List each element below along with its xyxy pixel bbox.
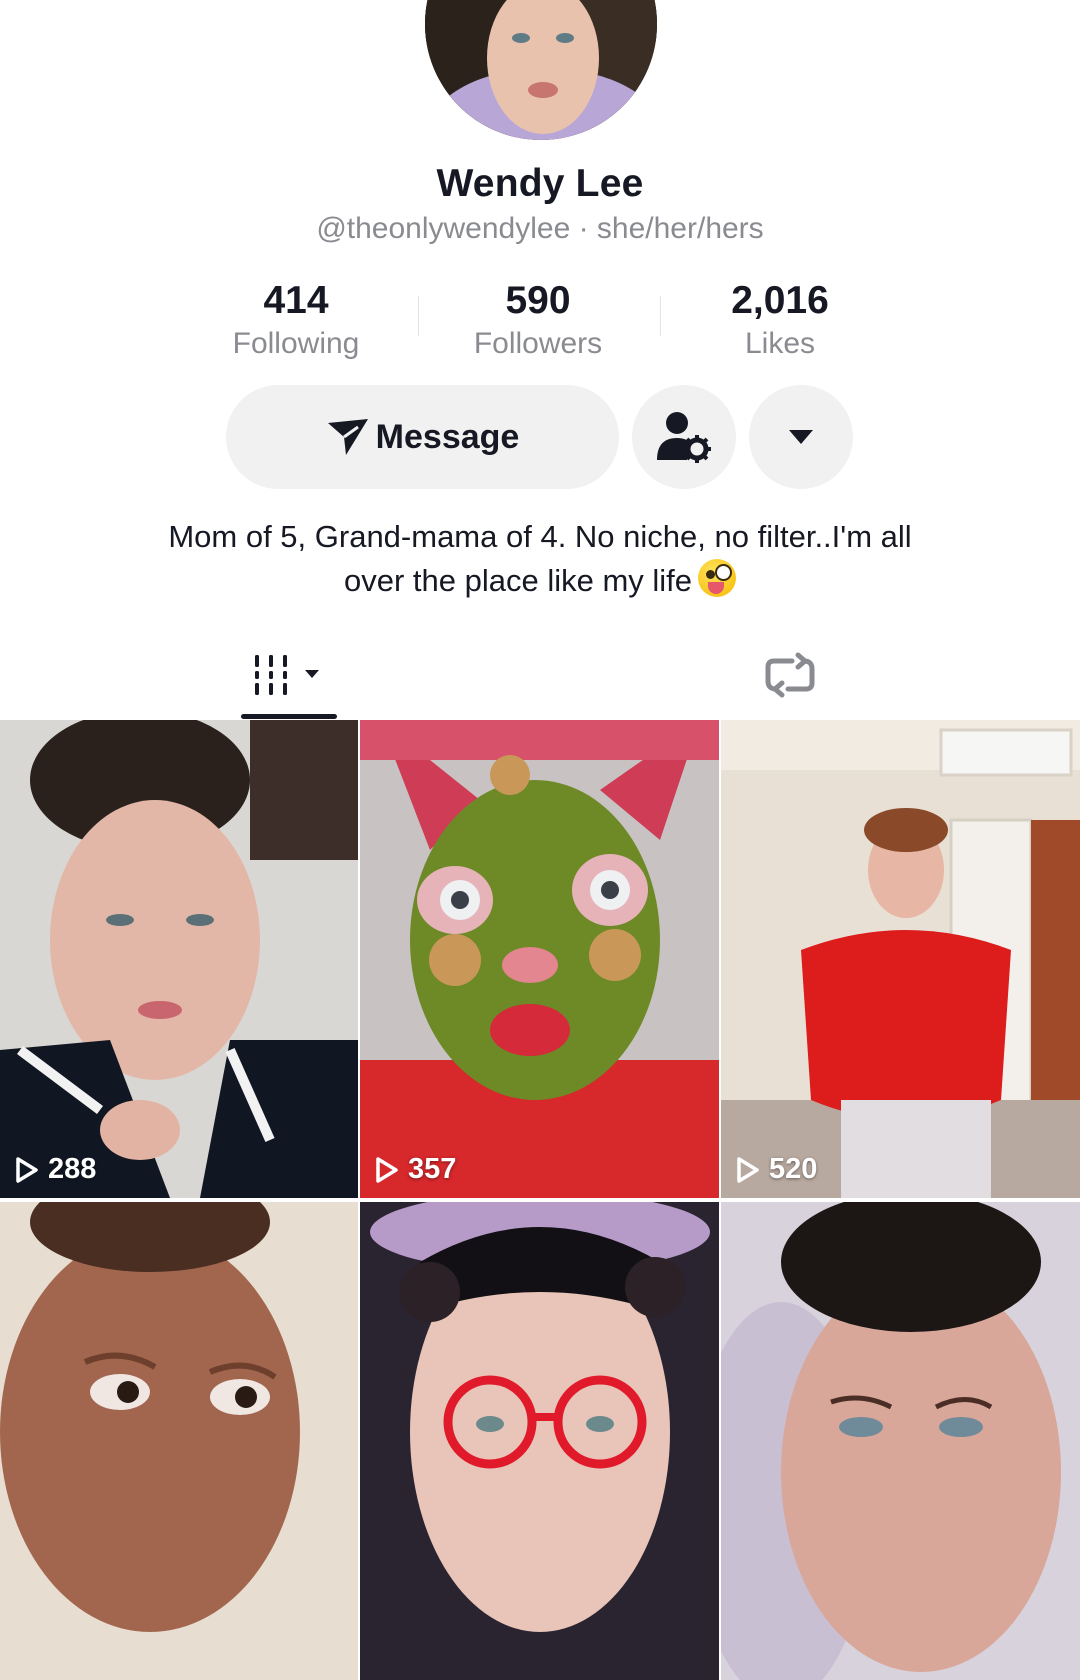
message-button-label: Message	[375, 417, 520, 456]
view-count: 288	[14, 1153, 96, 1186]
video-thumbnail[interactable]: 357	[360, 720, 719, 1198]
tab-videos[interactable]	[241, 630, 337, 720]
zany-face-emoji-icon	[698, 559, 737, 597]
view-count-value: 520	[769, 1153, 818, 1185]
repost-icon	[765, 652, 815, 698]
stat-likes[interactable]: 2,016 Likes	[659, 278, 901, 368]
stat-divider	[660, 296, 661, 336]
profile-bio: Mom of 5, Grand-mama of 4. No niche, no …	[90, 515, 990, 603]
send-arrow-icon	[327, 419, 368, 455]
active-tab-indicator	[241, 714, 337, 719]
profile-avatar[interactable]	[425, 0, 657, 140]
stat-following-label: Following	[232, 327, 360, 360]
video-thumbnail[interactable]: 520	[721, 720, 1080, 1198]
person-gear-icon	[657, 412, 711, 463]
caret-down-icon	[789, 430, 813, 444]
friend-settings-button[interactable]	[632, 385, 736, 489]
play-icon	[737, 1156, 759, 1183]
stat-followers[interactable]: 590 Followers	[417, 278, 659, 368]
video-thumbnail-image	[360, 720, 719, 1198]
message-button[interactable]: Message	[226, 385, 619, 489]
video-thumbnail-image	[721, 1202, 1080, 1680]
view-count: 520	[735, 1153, 817, 1186]
profile-name: Wendy Lee	[436, 162, 644, 205]
bio-line-2: over the place like my life	[343, 563, 693, 598]
video-thumbnail[interactable]: 288	[0, 720, 358, 1198]
stat-following-count: 414	[263, 279, 329, 322]
stat-divider	[418, 296, 419, 336]
video-thumbnail-image	[721, 720, 1080, 1198]
stat-following[interactable]: 414 Following	[175, 278, 417, 368]
tab-reposts[interactable]	[742, 630, 838, 720]
video-thumbnail-image	[0, 1202, 358, 1680]
profile-stats: 414 Following 590 Followers 2,016 Likes	[175, 278, 903, 368]
video-thumbnail[interactable]	[0, 1202, 358, 1680]
view-count: 357	[374, 1153, 456, 1186]
view-count-value: 357	[408, 1153, 457, 1185]
play-icon	[16, 1156, 38, 1183]
bio-line-1: Mom of 5, Grand-mama of 4. No niche, no …	[168, 519, 912, 554]
video-thumbnail-image	[360, 1202, 719, 1680]
view-count-value: 288	[48, 1153, 97, 1185]
stat-likes-count: 2,016	[731, 279, 829, 322]
video-grid: 288 357 520	[0, 720, 1080, 1680]
stat-followers-label: Followers	[473, 327, 603, 360]
video-thumbnail-image	[0, 720, 358, 1198]
profile-handle: @theonlywendylee · she/her/hers	[316, 212, 764, 245]
content-tabs	[0, 630, 1080, 720]
video-thumbnail[interactable]	[360, 1202, 719, 1680]
avatar-photo	[425, 0, 657, 140]
play-icon	[376, 1156, 398, 1183]
stat-followers-count: 590	[505, 279, 571, 322]
video-thumbnail[interactable]	[721, 1202, 1080, 1680]
stat-likes-label: Likes	[744, 327, 816, 360]
grid-bars-icon	[255, 655, 319, 695]
bio-line-2-wrap: over the place like my life	[90, 559, 990, 603]
more-options-button[interactable]	[749, 385, 853, 489]
